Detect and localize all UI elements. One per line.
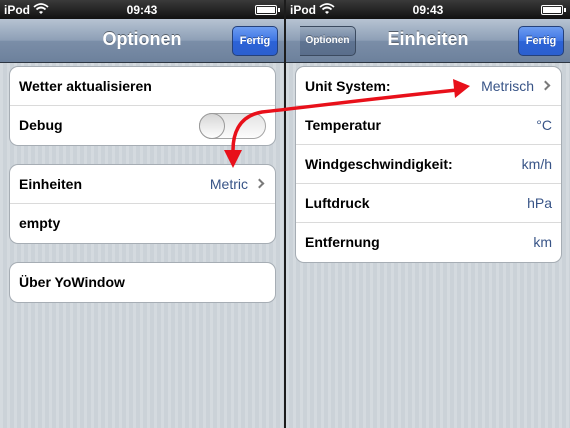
options-screen: iPod 09:43 Optionen Fertig Wetter aktual… xyxy=(0,0,284,428)
debug-row: Debug xyxy=(10,106,275,145)
pressure-value: hPa xyxy=(527,195,552,211)
distance-label: Entfernung xyxy=(305,234,380,250)
units-value: Metric xyxy=(209,176,248,192)
temperature-label: Temperatur xyxy=(305,117,381,133)
empty-row[interactable]: empty xyxy=(10,204,275,243)
temperature-value: °C xyxy=(536,117,552,133)
units-list-group: Unit System: Metrisch Temperatur °C Wind… xyxy=(295,66,562,263)
done-button[interactable]: Fertig xyxy=(518,26,564,56)
units-group: Einheiten Metric empty xyxy=(9,164,276,244)
wind-speed-label: Windgeschwindigkeit: xyxy=(305,156,453,172)
empty-label: empty xyxy=(19,215,61,231)
unit-system-value: Metrisch xyxy=(481,78,534,94)
refresh-weather-row[interactable]: Wetter aktualisieren xyxy=(10,67,275,106)
wind-speed-value: km/h xyxy=(521,156,552,172)
battery-icon xyxy=(541,5,566,15)
pressure-label: Luftdruck xyxy=(305,195,370,211)
toggle-knob[interactable] xyxy=(199,113,225,139)
status-time: 09:43 xyxy=(126,3,158,17)
page-title: Einheiten xyxy=(387,29,469,49)
temperature-row[interactable]: Temperatur °C xyxy=(296,106,561,145)
unit-system-row[interactable]: Unit System: Metrisch xyxy=(296,67,561,106)
general-settings-group: Wetter aktualisieren Debug xyxy=(9,66,276,146)
distance-row[interactable]: Entfernung km xyxy=(296,223,561,262)
unit-system-label: Unit System: xyxy=(305,78,391,94)
distance-value: km xyxy=(533,234,552,250)
chevron-right-icon xyxy=(540,80,551,91)
status-time: 09:43 xyxy=(412,3,444,17)
battery-icon xyxy=(255,5,280,15)
debug-toggle[interactable] xyxy=(199,113,266,139)
refresh-weather-label: Wetter aktualisieren xyxy=(19,78,152,94)
chevron-right-icon xyxy=(254,178,265,189)
status-bar: iPod 09:43 xyxy=(0,0,284,19)
about-label: Über YoWindow xyxy=(19,274,125,290)
navigation-bar: Optionen Einheiten Fertig xyxy=(286,19,570,63)
debug-label: Debug xyxy=(19,117,63,133)
pressure-row[interactable]: Luftdruck hPa xyxy=(296,184,561,223)
back-button-label: Optionen xyxy=(305,35,350,46)
wind-speed-row[interactable]: Windgeschwindigkeit: km/h xyxy=(296,145,561,184)
status-bar: iPod 09:43 xyxy=(286,0,570,19)
about-row[interactable]: Über YoWindow xyxy=(10,263,275,302)
done-button[interactable]: Fertig xyxy=(232,26,278,56)
units-row[interactable]: Einheiten Metric xyxy=(10,165,275,204)
units-screen: iPod 09:43 Optionen Einheiten Fertig Uni… xyxy=(286,0,570,428)
navigation-bar: Optionen Fertig xyxy=(0,19,284,63)
page-title: Optionen xyxy=(102,29,182,49)
about-group: Über YoWindow xyxy=(9,262,276,303)
units-label: Einheiten xyxy=(19,176,83,192)
